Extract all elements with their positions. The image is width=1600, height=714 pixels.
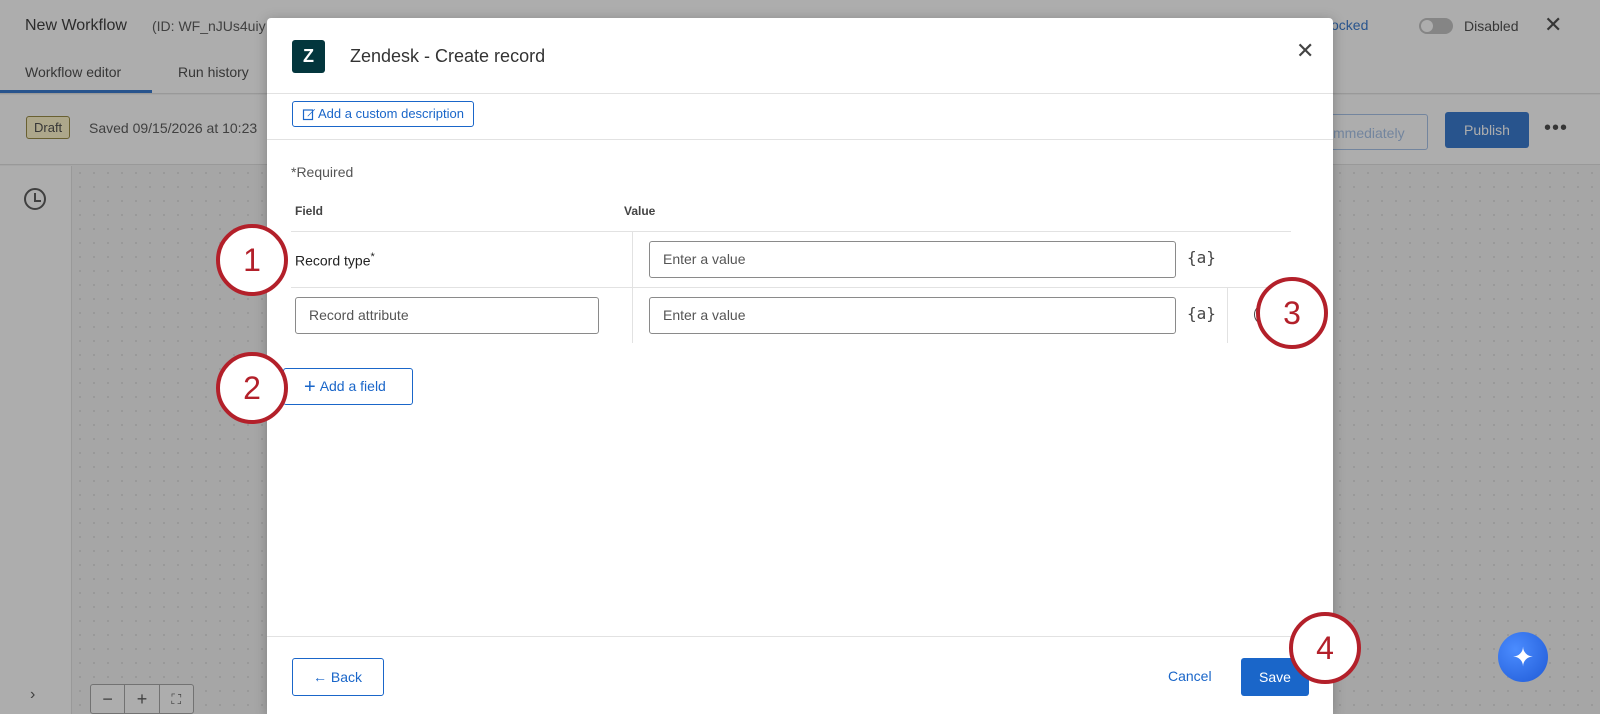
add-field-button[interactable]: + Add a field (283, 368, 413, 405)
arrow-left-icon: ← (313, 669, 331, 685)
piped-text-icon[interactable]: {a} (1187, 304, 1216, 323)
add-field-label: Add a field (319, 378, 386, 394)
piped-text-icon[interactable]: {a} (1187, 248, 1216, 267)
plus-icon: + (304, 376, 316, 398)
dialog-header: Z Zendesk - Create record ✕ (267, 18, 1333, 94)
back-label: Back (330, 669, 363, 685)
record-type-value-input[interactable]: Enter a value (649, 241, 1176, 278)
callout-1: 1 (216, 224, 288, 296)
required-note: *Required (291, 164, 354, 180)
cancel-button[interactable]: Cancel (1168, 668, 1212, 684)
record-attribute-value-input[interactable]: Enter a value (649, 297, 1176, 334)
zendesk-logo-icon: Z (292, 40, 325, 73)
create-record-dialog: Z Zendesk - Create record ✕ Add a custom… (267, 18, 1333, 714)
required-asterisk: * (370, 251, 375, 263)
record-type-label: Record type* (295, 251, 375, 269)
description-row: Add a custom description (267, 95, 1333, 140)
column-divider (632, 288, 633, 343)
record-type-label-text: Record type (295, 252, 371, 269)
record-attribute-input[interactable]: Record attribute (295, 297, 599, 334)
dialog-close-icon[interactable]: ✕ (1296, 38, 1314, 64)
back-button[interactable]: ← Back (292, 658, 384, 696)
column-header-value: Value (624, 204, 656, 218)
field-row-record-type: Record type* Enter a value {a} (291, 231, 1291, 287)
pencil-icon (302, 109, 315, 121)
callout-2: 2 (216, 352, 288, 424)
column-header-field: Field (295, 204, 324, 218)
add-custom-description-button[interactable]: Add a custom description (292, 101, 474, 127)
column-divider (1227, 288, 1228, 343)
ai-assistant-button[interactable]: ✦ (1498, 632, 1548, 682)
field-row-record-attribute: Record attribute Enter a value {a} (291, 287, 1291, 343)
callout-4: 4 (1289, 612, 1361, 684)
dialog-footer: ← Back Cancel Save (267, 636, 1333, 714)
sparkle-icon: ✦ (1512, 642, 1534, 672)
add-custom-description-label: Add a custom description (318, 106, 464, 121)
column-divider (632, 232, 633, 287)
dialog-title: Zendesk - Create record (350, 46, 546, 66)
callout-3: 3 (1256, 277, 1328, 349)
